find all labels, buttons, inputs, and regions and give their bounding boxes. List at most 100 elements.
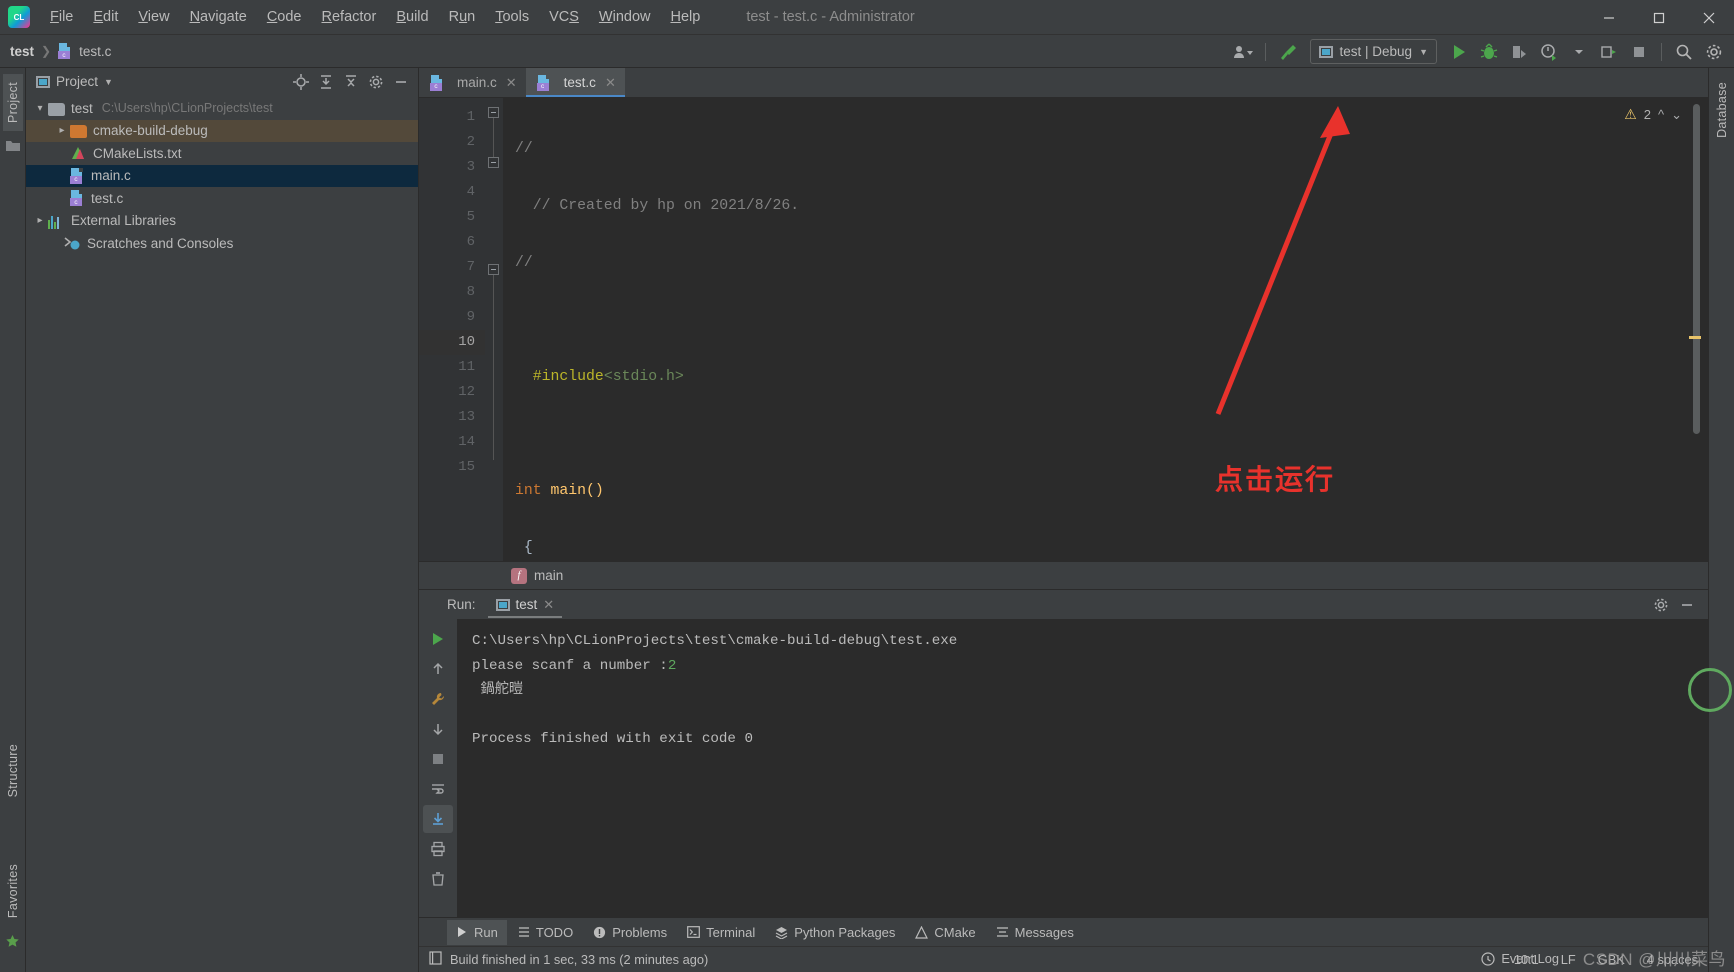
menu-item-build[interactable]: Build	[386, 6, 438, 28]
scroll-to-end-icon[interactable]	[423, 805, 453, 833]
scrollbar-thumb[interactable]	[1693, 104, 1700, 434]
debug-icon[interactable]	[1475, 39, 1503, 65]
console-output[interactable]: C:\Users\hp\CLionProjects\test\cmake-bui…	[457, 619, 1708, 917]
menu-item-help[interactable]: Help	[660, 6, 710, 28]
tool-window-messages[interactable]: Messages	[987, 920, 1083, 945]
editor-column: c main.c ✕ c test.c ✕ 1 2 3 4 5 6 7 8 9 …	[419, 68, 1708, 972]
run-icon	[458, 927, 466, 937]
run-icon[interactable]	[1445, 39, 1473, 65]
fold-marker-comment-start[interactable]	[488, 107, 499, 118]
maximize-button[interactable]	[1634, 0, 1684, 35]
settings-gear-icon[interactable]	[1650, 594, 1672, 616]
rail-tab-favorites[interactable]: Favorites	[3, 856, 23, 926]
tree-item-test[interactable]: ▾ test C:\Users\hp\CLionProjects\test	[26, 97, 418, 120]
editor-scrollbar[interactable]	[1689, 98, 1702, 561]
tree-item-cmakelists[interactable]: CMakeLists.txt	[26, 142, 418, 165]
inspection-widget[interactable]: ⚠ 2 ^ ⌄	[1624, 106, 1682, 123]
run-with-coverage-icon[interactable]	[1505, 39, 1533, 65]
chevron-down-icon[interactable]	[1565, 39, 1593, 65]
console-line-garbled: 鍋舵暟	[472, 682, 524, 698]
editor-tab-main-c[interactable]: c main.c ✕	[419, 68, 526, 97]
attach-to-process-icon[interactable]	[1595, 39, 1623, 65]
line-number: 9	[466, 309, 475, 325]
menu-item-refactor[interactable]: Refactor	[312, 6, 387, 28]
tool-window-terminal[interactable]: Terminal	[678, 920, 764, 945]
tool-window-python-packages[interactable]: Python Packages	[766, 920, 904, 945]
folder-icon[interactable]	[5, 139, 21, 158]
tool-window-todo[interactable]: TODO	[509, 920, 582, 945]
line-number: 13	[458, 409, 475, 425]
stop-icon[interactable]	[423, 745, 453, 773]
settings-gear-icon[interactable]	[365, 71, 387, 93]
run-configuration-selector[interactable]: test | Debug ▼	[1309, 39, 1437, 64]
close-icon[interactable]: ✕	[506, 75, 517, 91]
hide-icon[interactable]	[390, 71, 412, 93]
line-separator[interactable]: LF	[1561, 952, 1576, 967]
chevron-down-icon[interactable]: ▼	[104, 77, 113, 87]
build-hammer-icon[interactable]	[1274, 39, 1302, 65]
python-packages-icon	[775, 926, 788, 939]
breadcrumb-file[interactable]: test.c	[79, 44, 111, 59]
chevron-right-icon[interactable]: ▸	[54, 125, 70, 136]
close-icon[interactable]: ✕	[543, 597, 554, 613]
menu-item-window[interactable]: Window	[589, 6, 661, 28]
tool-window-problems[interactable]: Problems	[584, 920, 676, 945]
menu-item-code[interactable]: Code	[257, 6, 312, 28]
rail-tab-project[interactable]: Project	[2, 74, 23, 132]
tool-window-run[interactable]: Run	[447, 919, 507, 945]
fold-marker-function[interactable]	[488, 264, 499, 275]
breadcrumb-project[interactable]: test	[10, 44, 34, 59]
tool-window-cmake[interactable]: CMake	[906, 920, 984, 945]
trash-icon[interactable]	[423, 865, 453, 893]
menu-item-run[interactable]: Run	[439, 6, 486, 28]
tree-item-test-c[interactable]: c test.c	[26, 187, 418, 210]
close-icon[interactable]: ✕	[605, 75, 616, 91]
rail-tab-structure[interactable]: Structure	[3, 736, 23, 805]
scroll-up-icon[interactable]	[423, 655, 453, 683]
minimize-button[interactable]	[1584, 0, 1634, 35]
menu-item-view[interactable]: View	[128, 6, 179, 28]
menu-item-navigate[interactable]: Navigate	[180, 6, 257, 28]
rerun-icon[interactable]	[423, 625, 453, 653]
expand-all-icon[interactable]	[315, 71, 337, 93]
code-content[interactable]: // // Created by hp on 2021/8/26. // #in…	[503, 98, 1708, 561]
settings-gear-icon[interactable]	[1700, 39, 1728, 65]
editor-area[interactable]: 1 2 3 4 5 6 7 8 9 10 11 12 13 14 15 // /…	[419, 98, 1708, 561]
menu-item-file[interactable]: File	[40, 6, 83, 28]
editor-tab-test-c[interactable]: c test.c ✕	[525, 68, 626, 97]
chevron-right-icon[interactable]: ▸	[32, 215, 48, 226]
menu-item-edit[interactable]: Edit	[83, 6, 128, 28]
warning-marker[interactable]	[1689, 336, 1701, 339]
search-everywhere-icon[interactable]	[1670, 39, 1698, 65]
next-problem-icon[interactable]: ⌄	[1671, 107, 1682, 123]
scroll-down-icon[interactable]	[423, 715, 453, 743]
stop-icon[interactable]	[1625, 39, 1653, 65]
fold-marker-comment-end[interactable]	[488, 157, 499, 168]
run-tab-test[interactable]: test ✕	[487, 591, 563, 618]
tree-item-main-c[interactable]: c main.c	[26, 164, 418, 187]
menu-item-vcs[interactable]: VCS	[539, 6, 589, 28]
favorites-star-icon[interactable]	[5, 934, 20, 954]
hide-icon[interactable]	[1676, 594, 1698, 616]
line-number-current: 10	[419, 330, 485, 355]
menu-item-tools[interactable]: Tools	[485, 6, 539, 28]
code-folding-gutter[interactable]	[485, 98, 503, 561]
rail-tab-database[interactable]: Database	[1712, 74, 1732, 146]
breadcrumb-function-name[interactable]: main	[534, 568, 563, 583]
code-line-2: // Created by hp on 2021/8/26.	[532, 198, 800, 214]
tree-item-external-libraries[interactable]: ▸ External Libraries	[26, 210, 418, 233]
collapse-all-icon[interactable]	[340, 71, 362, 93]
soft-wrap-icon[interactable]	[423, 775, 453, 803]
tree-item-scratches[interactable]: Scratches and Consoles	[26, 232, 418, 255]
event-log-button[interactable]: Event Log	[1481, 951, 1559, 966]
profile-icon[interactable]	[1535, 39, 1563, 65]
account-icon[interactable]	[1229, 39, 1257, 65]
chevron-down-icon[interactable]: ▾	[32, 103, 48, 114]
previous-problem-icon[interactable]: ^	[1658, 107, 1664, 122]
chevron-down-icon: ▼	[1419, 46, 1428, 57]
close-button[interactable]	[1684, 0, 1734, 35]
print-icon[interactable]	[423, 835, 453, 863]
wrench-icon[interactable]	[423, 685, 453, 713]
locate-icon[interactable]	[290, 71, 312, 93]
tree-item-cmake-build-debug[interactable]: ▸ cmake-build-debug	[26, 119, 418, 142]
